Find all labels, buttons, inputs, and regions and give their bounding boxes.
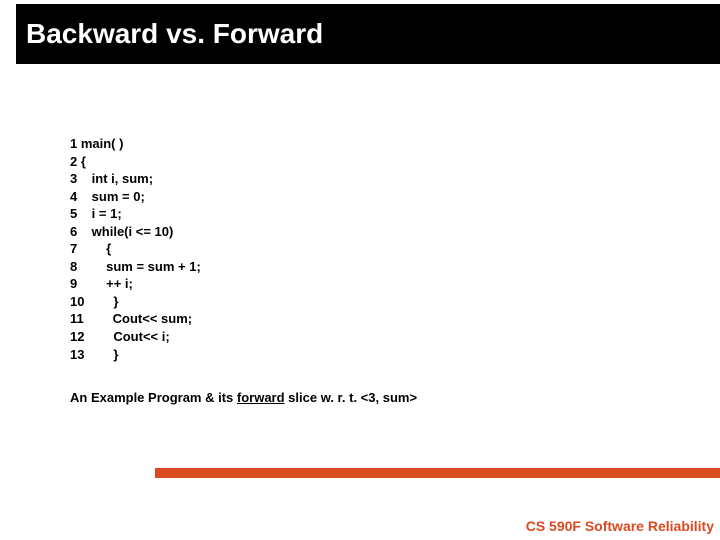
footer-text: CS 590F Software Reliability	[526, 518, 714, 534]
code-line: 13 }	[70, 346, 201, 364]
code-line: 2 {	[70, 153, 201, 171]
accent-bar	[155, 468, 720, 478]
code-line: 1 main( )	[70, 135, 201, 153]
caption-underlined: forward	[237, 390, 285, 405]
caption: An Example Program & its forward slice w…	[70, 390, 417, 405]
code-line: 9 ++ i;	[70, 275, 201, 293]
code-line: 4 sum = 0;	[70, 188, 201, 206]
caption-prefix: An Example Program & its	[70, 390, 237, 405]
code-line: 12 Cout<< i;	[70, 328, 201, 346]
caption-suffix: slice w. r. t. <3, sum>	[285, 390, 417, 405]
slide-title: Backward vs. Forward	[26, 18, 323, 50]
code-line: 11 Cout<< sum;	[70, 310, 201, 328]
code-line: 5 i = 1;	[70, 205, 201, 223]
code-line: 7 {	[70, 240, 201, 258]
code-block: 1 main( ) 2 { 3 int i, sum; 4 sum = 0; 5…	[70, 135, 201, 363]
title-bar: Backward vs. Forward	[16, 4, 720, 64]
code-line: 3 int i, sum;	[70, 170, 201, 188]
code-line: 10 }	[70, 293, 201, 311]
code-line: 6 while(i <= 10)	[70, 223, 201, 241]
slide: Backward vs. Forward 1 main( ) 2 { 3 int…	[0, 0, 720, 540]
code-line: 8 sum = sum + 1;	[70, 258, 201, 276]
